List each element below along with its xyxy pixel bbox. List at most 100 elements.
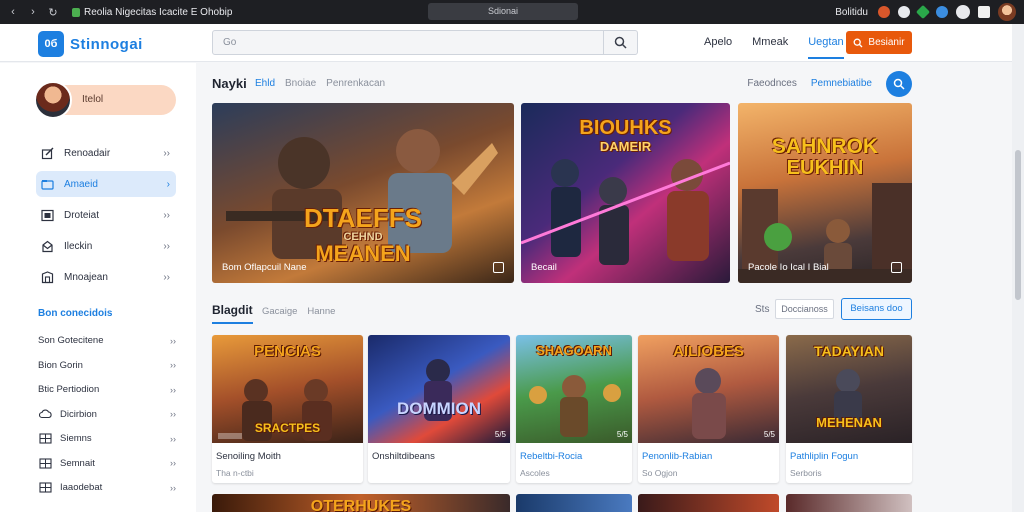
- outline-button[interactable]: Beisans doo: [841, 298, 912, 320]
- game-subtitle: Tha n-ctbi: [216, 468, 254, 478]
- tab-hanne[interactable]: Hanne: [307, 306, 335, 317]
- game-thumbnail: SHAGOARN 5/5: [516, 335, 632, 443]
- sidebar-subitem[interactable]: Iaaodebat ››: [38, 476, 176, 499]
- sidebar-item-amaeid[interactable]: Amaeid ›: [36, 171, 176, 197]
- browser-toolbar: ‹ › ↻ Reolia Nigecitas Icacite E Ohobip …: [0, 0, 1024, 24]
- game-art-subtitle: EUKHIN: [786, 157, 864, 179]
- game-card[interactable]: DOMMION 5/5 Onshiltdibeans: [368, 335, 510, 483]
- game-art-title: SAHNROK: [771, 135, 879, 158]
- search-input[interactable]: Go: [223, 37, 236, 48]
- extension-icon[interactable]: [878, 6, 890, 18]
- tab-gacaige[interactable]: Gacaige: [262, 306, 297, 317]
- game-card[interactable]: [638, 494, 779, 512]
- sidebar-subitem[interactable]: Son Gotecitene ››: [38, 329, 176, 352]
- game-art: [738, 183, 912, 283]
- tab-penrenkacan[interactable]: Penrenkacan: [326, 78, 385, 89]
- featured-tabs: Ehld Bnoiae Penrenkacan: [255, 78, 385, 89]
- sidebar-subitem[interactable]: Dicirbion ››: [38, 403, 176, 426]
- cta-button[interactable]: Besianir: [846, 31, 912, 54]
- game-card[interactable]: PENCIAS SRACTPES Senoiling Moith Tha n-c…: [212, 335, 363, 483]
- tab-bnoiae[interactable]: Bnoiae: [285, 78, 316, 89]
- search-icon: [853, 38, 863, 47]
- avatar[interactable]: [998, 3, 1016, 21]
- sidebar-subitem[interactable]: Semnait ››: [38, 452, 176, 475]
- game-title: Penonlib-Rabian: [642, 451, 713, 462]
- sort-select[interactable]: Doccianoss: [775, 299, 834, 319]
- sidebar-item-renoadair[interactable]: Renoadair ››: [36, 140, 176, 166]
- edit-icon: [40, 146, 54, 160]
- game-card[interactable]: SHAGOARN 5/5 Rebeltbi-Rocia Ascoles: [516, 335, 632, 483]
- link-faeodnces[interactable]: Faeodnces: [747, 78, 796, 89]
- game-art-title: BIOUHKS: [579, 117, 672, 139]
- grid-header: Blagdit Gacaige Hanne Sts Doccianoss Bei…: [212, 298, 912, 324]
- search-button[interactable]: [603, 31, 637, 54]
- grid-icon: [38, 457, 52, 469]
- sidebar-item-droteiat[interactable]: Droteiat ››: [36, 202, 176, 228]
- game-art-subtitle: MEHENAN: [816, 415, 882, 430]
- expand-icon: ››: [170, 482, 176, 493]
- expand-icon[interactable]: [493, 262, 504, 273]
- sidebar-item-label: Amaeid: [64, 178, 98, 190]
- search-fab[interactable]: [886, 71, 912, 97]
- game-card[interactable]: [516, 494, 632, 512]
- sidebar-item-ileckin[interactable]: Ileckin ››: [36, 233, 176, 259]
- logo[interactable]: 0б Stinnogai: [38, 31, 143, 57]
- sort-label: Sts: [755, 304, 770, 315]
- header-nav: Apelo Mmeak Uegtan: [704, 36, 844, 59]
- sidebar-subitem[interactable]: Btic Pertiodion ››: [38, 378, 176, 401]
- expand-icon: ››: [163, 209, 170, 221]
- featured-card[interactable]: SAHNROK EUKHIN Pacole Io Ical I Bial: [738, 103, 912, 283]
- chevron-right-icon: ›: [166, 178, 170, 190]
- tab-ehld[interactable]: Ehld: [255, 78, 275, 89]
- extension-icon[interactable]: [936, 6, 948, 18]
- grid-icon: [38, 482, 52, 494]
- expand-icon: ››: [163, 240, 170, 252]
- sidebar-subitem[interactable]: Siemns ››: [38, 427, 176, 450]
- featured-card[interactable]: BIOUHKS DAMEIR Becail: [521, 103, 730, 283]
- nav-link-apelo[interactable]: Apelo: [704, 36, 732, 59]
- game-card[interactable]: AILIOBES 5/5 Penonlib-Rabian So Ogjon: [638, 335, 779, 483]
- sidebar-subitem-label: Son Gotecitene: [38, 335, 104, 346]
- game-title: Onshiltdibeans: [372, 451, 435, 462]
- browser-nav: ‹ › ↻: [8, 6, 58, 19]
- link-pemnebiatibe[interactable]: Pemnebiatibe: [811, 78, 872, 89]
- menu-icon[interactable]: [978, 6, 990, 18]
- sidebar: Itelol Renoadair ›› Amaeid › Droteiat ››: [0, 63, 196, 512]
- sidebar-menu: Renoadair ›› Amaeid › Droteiat ›› Ilecki…: [36, 140, 176, 295]
- forward-icon[interactable]: ›: [28, 6, 38, 19]
- game-card[interactable]: [786, 494, 912, 512]
- back-icon[interactable]: ‹: [8, 6, 18, 19]
- scrollbar-thumb[interactable]: [1015, 150, 1021, 300]
- scrollbar[interactable]: [1012, 24, 1024, 512]
- expand-icon[interactable]: [891, 262, 902, 273]
- featured-caption: Becail: [531, 262, 557, 273]
- expand-icon: ››: [163, 147, 170, 159]
- nav-link-mmeak[interactable]: Mmeak: [752, 36, 788, 59]
- game-card[interactable]: OTERHUKES: [212, 494, 510, 512]
- tab-title: Reolia Nigecitas Icacite E Ohobip: [84, 6, 233, 18]
- search-bar[interactable]: Go: [212, 30, 638, 55]
- game-art-title: OTERHUKES: [310, 498, 412, 512]
- brand-name: Stinnogai: [70, 35, 143, 53]
- sidebar-subitem-label: Dicirbion: [60, 408, 97, 420]
- reload-icon[interactable]: ↻: [48, 6, 58, 19]
- game-card[interactable]: TADAYIAN MEHENAN Pathliplin Fogun Serbor…: [786, 335, 912, 483]
- nav-link-uegtan[interactable]: Uegtan: [808, 36, 844, 59]
- featured-card[interactable]: DTAEFFS CEHND MEANEN Bom Oflapcuil Nane: [212, 103, 514, 283]
- sidebar-item-mnoajean[interactable]: Mnoajean ››: [36, 264, 176, 290]
- game-subtitle: Ascoles: [520, 468, 550, 478]
- address-bar[interactable]: Sdionai: [428, 3, 578, 20]
- sidebar-subitem[interactable]: Bion Gorin ››: [38, 354, 176, 377]
- grid-title: Blagdit: [212, 303, 253, 324]
- game-art-title: TADAYIAN: [813, 343, 884, 359]
- extension-icon[interactable]: [898, 6, 910, 18]
- browser-tab[interactable]: Reolia Nigecitas Icacite E Ohobip: [72, 7, 232, 18]
- logo-mark: 0б: [38, 31, 64, 57]
- expand-icon: ››: [170, 458, 176, 468]
- extension-icon[interactable]: [915, 4, 931, 20]
- game-thumbnail: TADAYIAN MEHENAN: [786, 335, 912, 443]
- extension-icon[interactable]: [956, 5, 970, 19]
- profile-card[interactable]: Itelol: [34, 81, 176, 119]
- sidebar-subitem-label: Btic Pertiodion: [38, 384, 100, 395]
- expand-icon: ››: [163, 271, 170, 283]
